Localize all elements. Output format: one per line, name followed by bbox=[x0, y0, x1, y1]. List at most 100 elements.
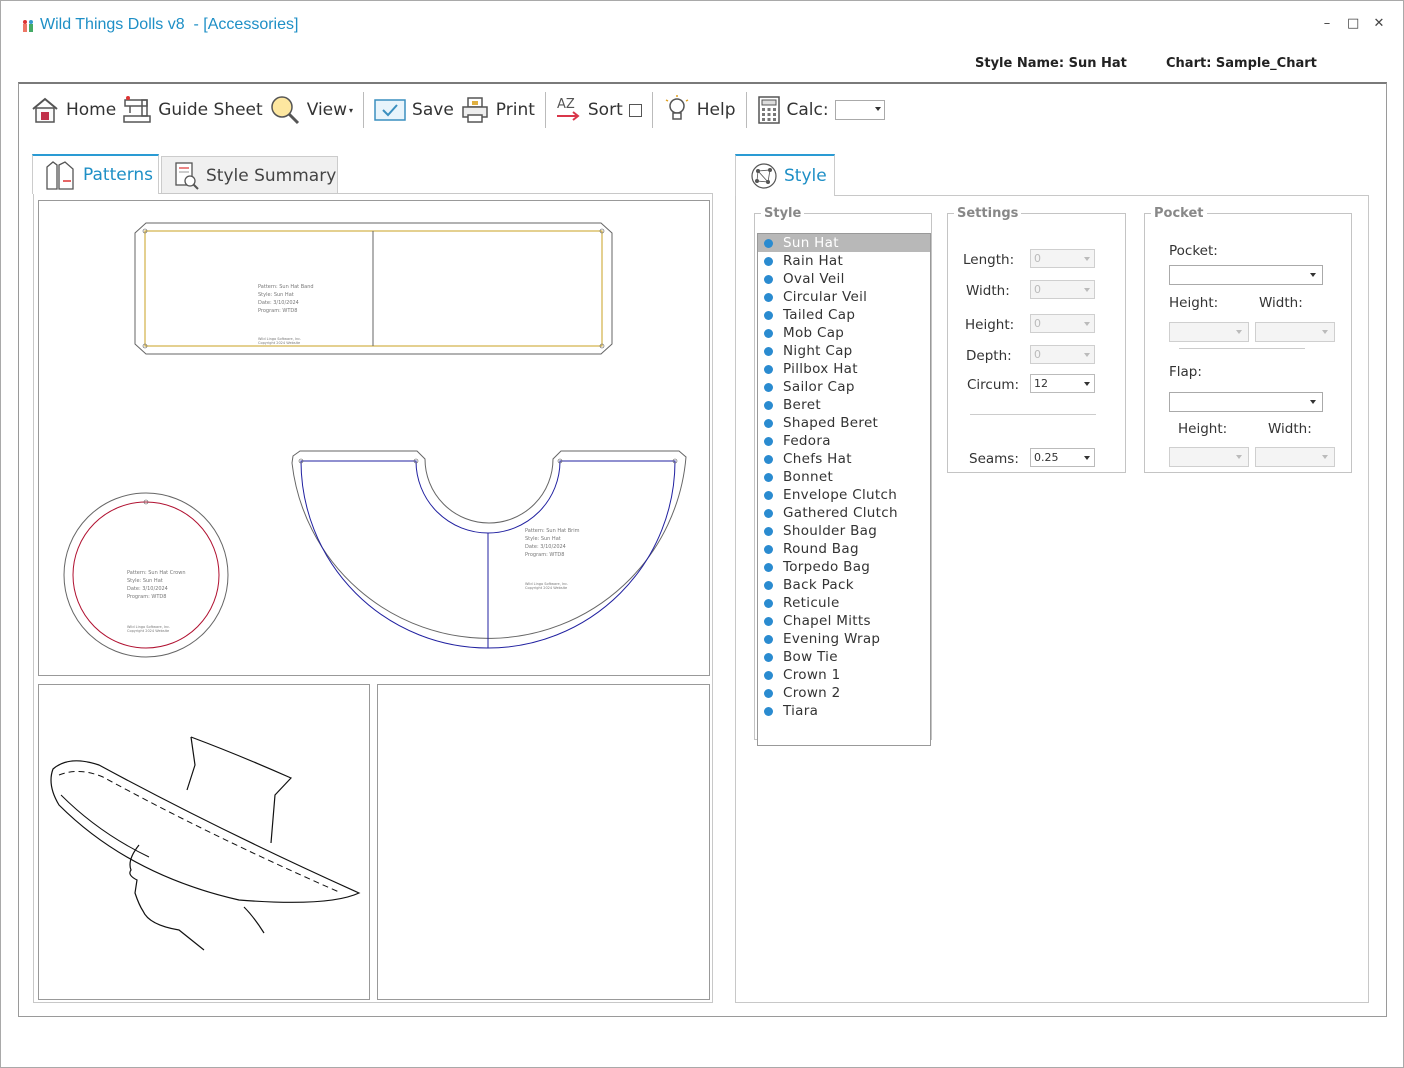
help-button[interactable]: Help bbox=[660, 90, 739, 130]
style-group: Style Sun Hat Rain Hat Oval Veil Circular V… bbox=[754, 206, 932, 746]
print-button[interactable]: Print bbox=[457, 90, 538, 130]
save-button[interactable]: Save bbox=[371, 90, 457, 130]
style-list-item[interactable]: Tiara bbox=[758, 702, 930, 720]
calc-select[interactable] bbox=[834, 100, 885, 120]
band-footer-2: Copyright 2024 Website bbox=[258, 341, 300, 345]
bullet-icon bbox=[764, 688, 773, 698]
minimize-button[interactable]: – bbox=[1321, 17, 1333, 31]
style-list-item[interactable]: Chapel Mitts bbox=[758, 612, 930, 630]
guide-sheet-label: Guide Sheet bbox=[158, 100, 263, 120]
style-list-item[interactable]: Sun Hat bbox=[758, 234, 930, 252]
style-list-item-label: Shaped Beret bbox=[783, 415, 879, 431]
band-label-4: Program: WTD8 bbox=[258, 308, 297, 314]
height-label: Height: bbox=[965, 317, 1015, 333]
style-list[interactable]: Sun Hat Rain Hat Oval Veil Circular Veil Tai… bbox=[757, 233, 931, 746]
crown-pattern-piece: Pattern: Sun Hat Crown Style: Sun Hat Da… bbox=[63, 492, 229, 658]
style-list-item[interactable]: Fedora bbox=[758, 432, 930, 450]
home-button[interactable]: Home bbox=[27, 90, 119, 130]
calc-label: Calc: bbox=[786, 100, 829, 120]
maximize-button[interactable]: □ bbox=[1347, 17, 1359, 31]
pocket-width-select bbox=[1255, 322, 1335, 342]
style-list-item[interactable]: Shoulder Bag bbox=[758, 522, 930, 540]
style-list-item[interactable]: Crown 2 bbox=[758, 684, 930, 702]
patterns-panel: Pattern: Sun Hat Band Style: Sun Hat Dat… bbox=[33, 193, 713, 1003]
app-logo-icon bbox=[23, 20, 33, 32]
style-list-item[interactable]: Bonnet bbox=[758, 468, 930, 486]
sort-button[interactable]: AZ Sort bbox=[553, 90, 645, 130]
chevron-down-icon bbox=[1084, 257, 1090, 261]
brim-label-4: Program: WTD8 bbox=[525, 552, 564, 558]
chevron-down-icon bbox=[1322, 330, 1328, 334]
circum-select[interactable]: 12 bbox=[1030, 374, 1095, 393]
bullet-icon bbox=[764, 310, 773, 320]
style-list-item-label: Crown 1 bbox=[783, 667, 841, 683]
style-list-item[interactable]: Gathered Clutch bbox=[758, 504, 930, 522]
bullet-icon bbox=[764, 562, 773, 572]
sun-hat-sketch bbox=[50, 736, 361, 951]
style-list-item[interactable]: Envelope Clutch bbox=[758, 486, 930, 504]
printer-icon bbox=[462, 97, 488, 123]
chart-name-label: Chart: Sample_Chart bbox=[1166, 56, 1317, 71]
bullet-icon bbox=[764, 364, 773, 374]
tab-style-label: Style bbox=[784, 166, 827, 186]
chevron-down-icon bbox=[1236, 455, 1242, 459]
style-list-item[interactable]: Beret bbox=[758, 396, 930, 414]
print-label: Print bbox=[495, 100, 535, 120]
chevron-down-icon bbox=[1084, 456, 1090, 460]
style-list-item[interactable]: Sailor Cap bbox=[758, 378, 930, 396]
style-list-item[interactable]: Chefs Hat bbox=[758, 450, 930, 468]
close-button[interactable]: ✕ bbox=[1373, 17, 1385, 31]
tab-patterns[interactable]: Patterns bbox=[32, 154, 159, 194]
style-list-item[interactable]: Mob Cap bbox=[758, 324, 930, 342]
style-list-item[interactable]: Evening Wrap bbox=[758, 630, 930, 648]
style-list-item-label: Fedora bbox=[783, 433, 831, 449]
width-label: Width: bbox=[966, 283, 1010, 299]
pocket-label: Pocket: bbox=[1169, 243, 1218, 259]
style-list-item[interactable]: Shaped Beret bbox=[758, 414, 930, 432]
bullet-icon bbox=[764, 652, 773, 662]
style-list-item[interactable]: Reticule bbox=[758, 594, 930, 612]
depth-value: 0 bbox=[1034, 348, 1041, 361]
bullet-icon bbox=[764, 508, 773, 518]
style-list-item[interactable]: Torpedo Bag bbox=[758, 558, 930, 576]
style-list-item[interactable]: Back Pack bbox=[758, 576, 930, 594]
style-list-item[interactable]: Pillbox Hat bbox=[758, 360, 930, 378]
guide-sheet-button[interactable]: Guide Sheet bbox=[119, 90, 265, 130]
style-list-item[interactable]: Round Bag bbox=[758, 540, 930, 558]
flap-select[interactable] bbox=[1169, 392, 1323, 412]
style-list-item-label: Circular Veil bbox=[783, 289, 868, 305]
bullet-icon bbox=[764, 328, 773, 338]
tab-style-summary[interactable]: Style Summary bbox=[161, 156, 338, 195]
crown-label-4: Program: WTD8 bbox=[127, 594, 166, 600]
band-pattern-piece: Pattern: Sun Hat Band Style: Sun Hat Dat… bbox=[134, 222, 613, 355]
style-list-item[interactable]: Circular Veil bbox=[758, 288, 930, 306]
style-list-item[interactable]: Rain Hat bbox=[758, 252, 930, 270]
bullet-icon bbox=[764, 454, 773, 464]
bullet-icon bbox=[764, 616, 773, 626]
bullet-icon bbox=[764, 274, 773, 284]
tab-style[interactable]: Style bbox=[735, 154, 835, 196]
length-value: 0 bbox=[1034, 252, 1041, 265]
height-select: 0 bbox=[1030, 314, 1095, 333]
style-list-item-label: Shoulder Bag bbox=[783, 523, 878, 539]
info-bar: Style Name: Sun Hat Chart: Sample_Chart bbox=[1, 56, 1403, 76]
bullet-icon bbox=[764, 418, 773, 428]
seams-value: 0.25 bbox=[1034, 451, 1059, 464]
style-list-item[interactable]: Crown 1 bbox=[758, 666, 930, 684]
style-list-item[interactable]: Night Cap bbox=[758, 342, 930, 360]
style-sketch bbox=[38, 684, 370, 1000]
style-list-item-label: Round Bag bbox=[783, 541, 859, 557]
view-button[interactable]: View ▾ bbox=[266, 90, 356, 130]
bullet-icon bbox=[764, 400, 773, 410]
summary-search-icon bbox=[175, 161, 199, 190]
depth-label: Depth: bbox=[966, 348, 1012, 364]
style-list-item[interactable]: Bow Tie bbox=[758, 648, 930, 666]
sort-checkbox[interactable] bbox=[628, 103, 642, 117]
style-list-item-label: Chapel Mitts bbox=[783, 613, 871, 629]
settings-group: Settings Length: 0 Width: 0 Height: 0 De… bbox=[947, 206, 1126, 473]
seams-select[interactable]: 0.25 bbox=[1030, 448, 1095, 467]
bullet-icon bbox=[764, 292, 773, 302]
style-list-item[interactable]: Oval Veil bbox=[758, 270, 930, 288]
style-list-item[interactable]: Tailed Cap bbox=[758, 306, 930, 324]
pocket-select[interactable] bbox=[1169, 265, 1323, 285]
